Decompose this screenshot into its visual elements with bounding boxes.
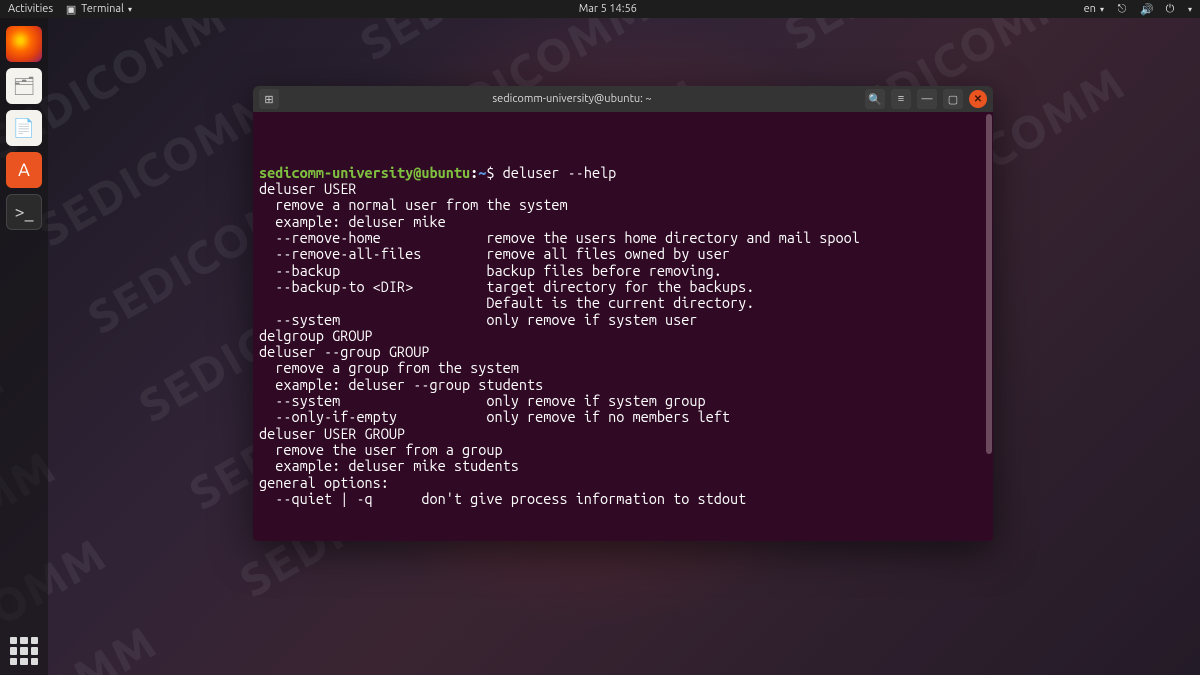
output-line: example: deluser mike students xyxy=(259,458,987,474)
new-tab-button[interactable]: ⊞ xyxy=(259,89,279,109)
output-line: --only-if-empty only remove if no member… xyxy=(259,409,987,425)
window-title: sedicomm-university@ubuntu: ~ xyxy=(279,93,865,105)
volume-icon[interactable]: 🔊 xyxy=(1140,3,1152,16)
input-language-label: en xyxy=(1084,3,1096,15)
chevron-down-icon[interactable]: ▾ xyxy=(1188,5,1192,14)
chevron-down-icon: ▾ xyxy=(1100,5,1104,14)
command-text: deluser --help xyxy=(503,164,617,181)
minimize-button[interactable]: — xyxy=(917,89,937,109)
output-line: remove a normal user from the system xyxy=(259,197,987,213)
output-line: deluser USER xyxy=(259,181,987,197)
window-titlebar[interactable]: ⊞ sedicomm-university@ubuntu: ~ 🔍 ≡ — ▢ … xyxy=(253,86,993,112)
prompt-dollar: $ xyxy=(486,164,502,181)
terminal-viewport[interactable]: sedicomm-university@ubuntu:~$ deluser --… xyxy=(253,112,993,541)
output-line: delgroup GROUP xyxy=(259,328,987,344)
output-line: deluser --group GROUP xyxy=(259,344,987,360)
power-icon[interactable]: ⏻ xyxy=(1164,3,1176,16)
close-button[interactable]: ✕ xyxy=(969,90,987,108)
output-line: example: deluser mike xyxy=(259,214,987,230)
hamburger-menu-button[interactable]: ≡ xyxy=(891,89,911,109)
menu-icon: ≡ xyxy=(898,93,904,105)
network-icon[interactable]: ⎋ xyxy=(1116,3,1128,16)
output-line: example: deluser --group students xyxy=(259,377,987,393)
dock-app-software[interactable]: A xyxy=(6,152,42,188)
dock: 🗂 📄 A >_ xyxy=(0,18,48,675)
output-line: deluser USER GROUP xyxy=(259,426,987,442)
output-line: --remove-all-files remove all files owne… xyxy=(259,246,987,262)
output-line: --system only remove if system group xyxy=(259,393,987,409)
terminal-icon: ▣ xyxy=(65,3,77,16)
terminal-app-menu[interactable]: ▣ Terminal ▾ xyxy=(65,3,132,16)
output-line: remove the user from a group xyxy=(259,442,987,458)
output-line: --backup-to <DIR> target directory for t… xyxy=(259,279,987,295)
prompt-line: sedicomm-university@ubuntu:~$ deluser --… xyxy=(259,165,987,181)
activities-button[interactable]: Activities xyxy=(8,3,53,15)
output-line: general options: xyxy=(259,475,987,491)
scrollbar-thumb[interactable] xyxy=(986,114,992,454)
show-applications-button[interactable] xyxy=(10,637,38,665)
clock[interactable]: Mar 5 14:56 xyxy=(132,3,1084,15)
dock-app-firefox[interactable] xyxy=(6,26,42,62)
output-line: --remove-home remove the users home dire… xyxy=(259,230,987,246)
search-button[interactable]: 🔍 xyxy=(865,89,885,109)
output-line: --system only remove if system user xyxy=(259,312,987,328)
output-line: Default is the current directory. xyxy=(259,295,987,311)
output-line: --quiet | -q don't give process informat… xyxy=(259,491,987,507)
dock-app-files[interactable]: 🗂 xyxy=(6,68,42,104)
dock-app-writer[interactable]: 📄 xyxy=(6,110,42,146)
terminal-app-menu-label: Terminal xyxy=(81,3,124,15)
search-icon: 🔍 xyxy=(868,93,882,106)
maximize-button[interactable]: ▢ xyxy=(943,89,963,109)
gnome-topbar: Activities ▣ Terminal ▾ Mar 5 14:56 en ▾… xyxy=(0,0,1200,18)
output-line: --backup backup files before removing. xyxy=(259,263,987,279)
input-language[interactable]: en ▾ xyxy=(1084,3,1104,15)
dock-app-terminal[interactable]: >_ xyxy=(6,194,42,230)
terminal-window: ⊞ sedicomm-university@ubuntu: ~ 🔍 ≡ — ▢ … xyxy=(253,86,993,541)
output-line: remove a group from the system xyxy=(259,360,987,376)
prompt-user: sedicomm-university@ubuntu xyxy=(259,164,470,181)
